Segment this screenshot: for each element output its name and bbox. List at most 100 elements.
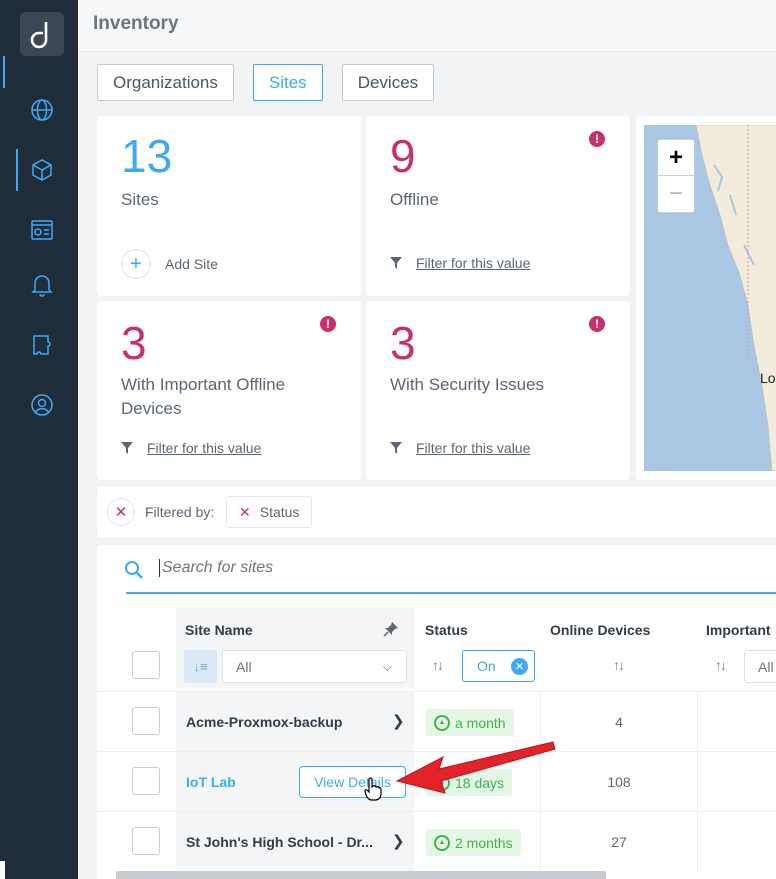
security-issues-card: 3 With Security Issues ! Filter for this… [366, 301, 630, 480]
important-offline-value: 3 [121, 317, 147, 369]
page-header: Inventory [78, 0, 776, 52]
funnel-icon [121, 442, 133, 454]
site-name-filter-select[interactable]: All ⌵ [222, 650, 407, 683]
online-devices-count: 108 [607, 774, 631, 790]
alert-icon: ! [320, 316, 336, 332]
offline-card: 9 Offline ! Filter for this value [366, 116, 630, 296]
sites-count-value: 13 [121, 130, 173, 182]
zoom-out-button[interactable]: − [658, 176, 694, 212]
support-icon[interactable] [27, 390, 57, 420]
filter-chip-label: Status [259, 504, 300, 520]
status-text: 2 months [455, 834, 513, 851]
search-icon [125, 561, 143, 579]
sites-map[interactable]: + − Lo [636, 116, 776, 480]
search-underline [126, 592, 776, 594]
add-site-button[interactable]: + Add Site [121, 249, 218, 279]
sites-count-label: Sites [121, 190, 159, 209]
cube-icon[interactable] [16, 149, 57, 191]
dashboard-icon[interactable] [27, 215, 57, 245]
important-offline-label: With Important Offline Devices [121, 375, 286, 418]
puzzle-icon[interactable] [27, 330, 57, 360]
bell-icon[interactable] [27, 270, 57, 300]
add-site-label: Add Site [165, 256, 218, 272]
row-checkbox[interactable] [132, 827, 160, 855]
chevron-down-icon: ⌵ [382, 660, 392, 674]
funnel-icon [390, 257, 402, 269]
row-checkbox[interactable] [132, 767, 160, 795]
nav-divider [3, 56, 5, 88]
map-canvas[interactable]: + − Lo [644, 125, 776, 471]
search-input[interactable] [159, 559, 776, 577]
sort-icon[interactable]: ↑↓ [715, 657, 727, 673]
status-header[interactable]: Status [425, 622, 468, 638]
filter-link-text: Filter for this value [147, 440, 262, 456]
view-details-button[interactable]: View Details [299, 766, 406, 798]
status-up-icon: ▲ [434, 834, 450, 851]
status-up-icon: ▲ [434, 714, 450, 731]
online-devices-count: 4 [615, 714, 623, 730]
map-city-label: Lo [760, 370, 776, 386]
annotation-arrow-icon [395, 741, 556, 794]
select-all-checkbox[interactable] [132, 651, 160, 679]
online-devices-count: 27 [611, 834, 627, 850]
chevron-right-icon[interactable]: ❯ [392, 712, 405, 730]
security-filter-link[interactable]: Filter for this value [390, 440, 530, 456]
table-row[interactable]: St John's High School - Dr... ❯ ▲ 2 mont… [97, 811, 776, 872]
sidebar-edge [0, 861, 5, 879]
sort-icon[interactable]: ↑↓ [432, 657, 444, 673]
tab-devices[interactable]: Devices [341, 64, 435, 101]
security-issues-value: 3 [390, 317, 416, 369]
filtered-by-label: Filtered by: [145, 504, 215, 520]
row-checkbox[interactable] [132, 707, 160, 735]
status-filter-chip[interactable]: ✕ Status [226, 496, 313, 528]
filter-link-text: Filter for this value [416, 440, 531, 456]
filter-bar: ✕ Filtered by: ✕ Status [97, 487, 776, 537]
sites-table-panel: Site Name Status Online Devices Importan… [97, 545, 776, 879]
offline-value: 9 [390, 130, 416, 182]
funnel-icon [390, 442, 402, 454]
important-filter-select[interactable]: All [744, 650, 776, 683]
sites-count-card: 13 Sites + Add Site [97, 116, 361, 296]
site-name[interactable]: IoT Lab [186, 774, 236, 790]
online-devices-header[interactable]: Online Devices [550, 622, 650, 638]
column-divider [697, 692, 698, 752]
hand-cursor-icon [364, 777, 382, 801]
important-header[interactable]: Important [706, 622, 771, 638]
important-offline-filter-link[interactable]: Filter for this value [121, 440, 261, 456]
page-title: Inventory [93, 13, 179, 34]
status-badge: ▲ a month [426, 709, 514, 736]
sort-icon[interactable]: ↑↓ [613, 657, 625, 673]
status-badge: ▲ 2 months [426, 829, 521, 856]
site-name-filter-value: All [236, 658, 252, 675]
horizontal-scrollbar[interactable] [116, 871, 606, 879]
alert-icon: ! [589, 131, 605, 147]
site-name[interactable]: Acme-Proxmox-backup [186, 714, 342, 730]
view-tabs: Organizations Sites Devices [97, 64, 435, 101]
offline-filter-link[interactable]: Filter for this value [390, 255, 530, 271]
status-text: a month [455, 714, 506, 731]
close-icon[interactable]: ✕ [239, 504, 251, 521]
zoom-in-button[interactable]: + [658, 140, 694, 176]
status-filter-select[interactable]: On ✕ [462, 650, 535, 682]
app-logo[interactable] [20, 12, 64, 56]
site-name-header[interactable]: Site Name [185, 622, 253, 638]
offline-label: Offline [390, 190, 439, 209]
tab-organizations[interactable]: Organizations [97, 64, 234, 101]
sort-desc-icon[interactable]: ↓≡ [184, 650, 217, 683]
security-issues-label: With Security Issues [390, 375, 544, 394]
important-filter-value: All [758, 658, 774, 675]
important-offline-card: 3 With Important Offline Devices ! Filte… [97, 301, 361, 480]
status-filter-value: On [477, 658, 496, 674]
clear-status-icon[interactable]: ✕ [511, 658, 528, 675]
tab-sites[interactable]: Sites [252, 64, 323, 101]
site-name[interactable]: St John's High School - Dr... [186, 834, 373, 850]
column-divider [697, 752, 698, 812]
sidebar [0, 0, 78, 879]
clear-filters-button[interactable]: ✕ [107, 498, 135, 526]
filter-link-text: Filter for this value [416, 255, 531, 271]
pin-icon[interactable] [383, 621, 399, 637]
chevron-right-icon[interactable]: ❯ [392, 832, 405, 850]
plus-icon: + [121, 249, 151, 279]
column-divider [697, 812, 698, 872]
globe-icon[interactable] [27, 95, 57, 125]
